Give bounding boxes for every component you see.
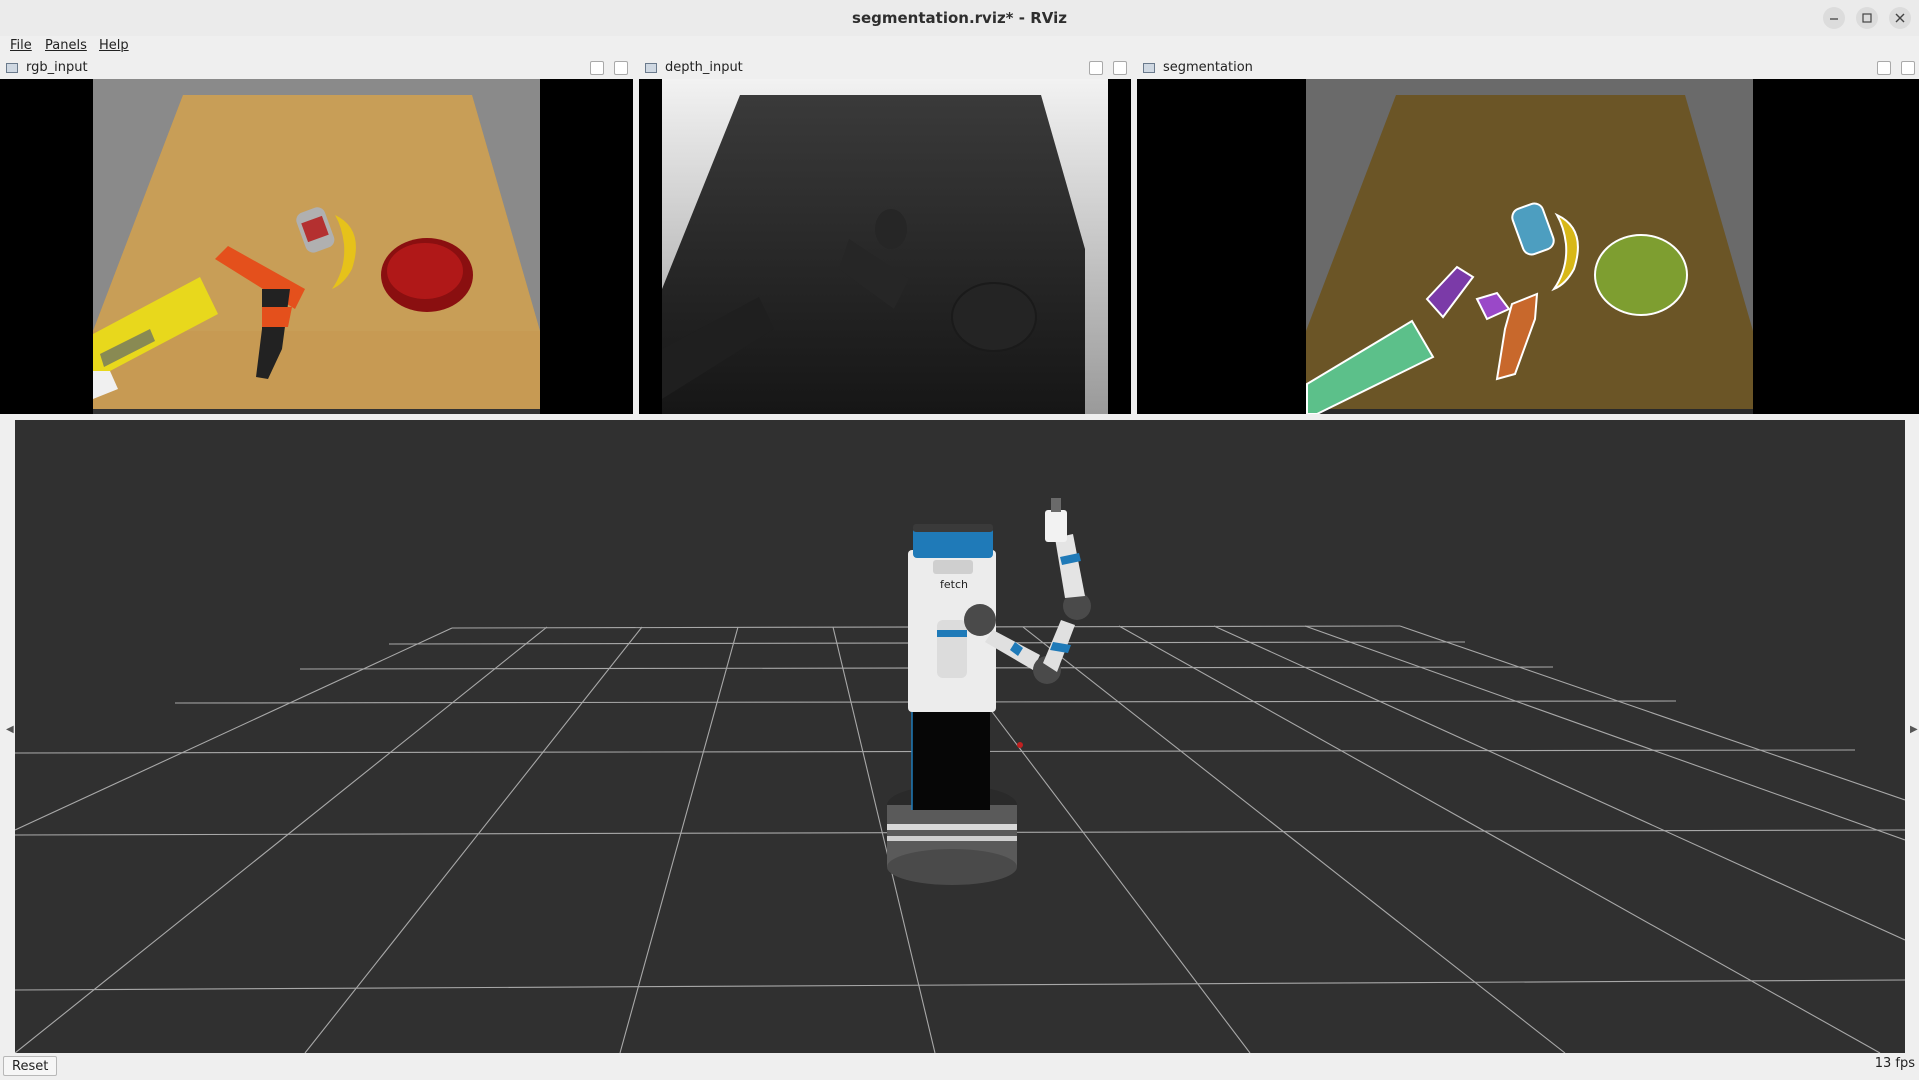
menu-bar: File Panels Help [0, 36, 1919, 57]
depth-input-panel: depth_input [639, 57, 1131, 414]
image-panel-icon [1143, 63, 1155, 73]
window-title: segmentation.rviz* - RViz [852, 9, 1067, 27]
panel-undock-button[interactable] [1877, 61, 1891, 75]
segmentation-image-view [1137, 79, 1919, 414]
panel-title: rgb_input [26, 60, 88, 75]
fetch-robot: fetch [887, 498, 1091, 885]
reset-button[interactable]: Reset [3, 1056, 58, 1076]
image-panel-icon [6, 63, 18, 73]
panel-header: segmentation [1137, 57, 1919, 79]
window-titlebar: segmentation.rviz* - RViz [0, 0, 1919, 37]
close-button[interactable] [1889, 7, 1911, 29]
panel-header: depth_input [639, 57, 1131, 79]
menu-panels[interactable]: Panels [45, 38, 87, 53]
collapse-right-icon[interactable]: ▶ [1910, 724, 1918, 735]
rgb-image [93, 79, 540, 414]
depth-image-view [639, 79, 1131, 414]
panel-header: rgb_input [0, 57, 633, 79]
3d-scene: fetch [15, 498, 1905, 1053]
menu-file[interactable]: File [10, 38, 32, 53]
status-bar: Reset 13 fps [0, 1053, 1919, 1080]
robot-logo-text: fetch [940, 578, 968, 591]
maximize-button[interactable] [1856, 7, 1878, 29]
minimize-button[interactable] [1823, 7, 1845, 29]
panel-close-button[interactable] [1901, 61, 1915, 75]
restore-icon [1862, 13, 1872, 23]
image-panel-icon [645, 63, 657, 73]
panel-close-button[interactable] [1113, 61, 1127, 75]
panel-undock-button[interactable] [590, 61, 604, 75]
fps-readout: 13 fps [1874, 1056, 1915, 1071]
panel-title: segmentation [1163, 60, 1253, 75]
depth-image [662, 79, 1108, 414]
collapse-left-icon[interactable]: ◀ [6, 724, 14, 735]
segmentation-panel: segmentation [1137, 57, 1919, 414]
segmentation-image [1306, 79, 1753, 414]
minimize-icon [1830, 18, 1838, 20]
rgb-image-view [0, 79, 633, 414]
panel-undock-button[interactable] [1089, 61, 1103, 75]
menu-help[interactable]: Help [99, 38, 129, 53]
panel-close-button[interactable] [614, 61, 628, 75]
rgb-input-panel: rgb_input [0, 57, 633, 414]
panel-title: depth_input [665, 60, 743, 75]
3d-render-view[interactable]: fetch [15, 420, 1905, 1053]
close-icon [1895, 13, 1905, 23]
